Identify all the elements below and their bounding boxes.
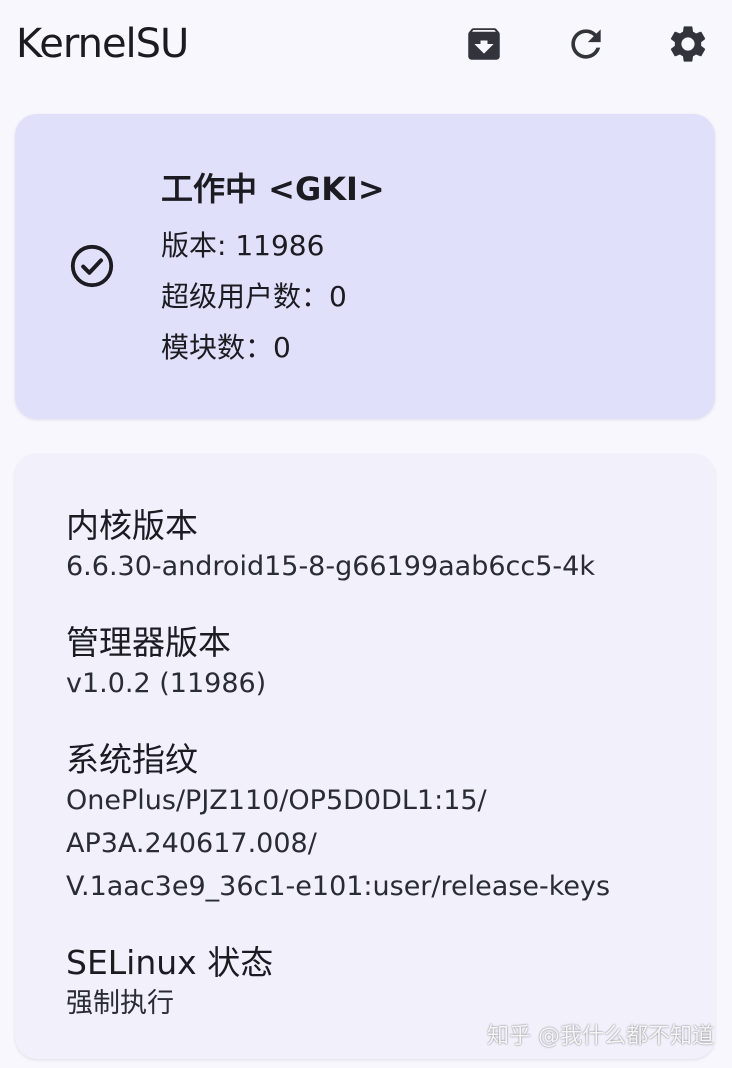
fingerprint-value-line: OnePlus/PJZ110/OP5D0DL1:15/: [66, 785, 487, 816]
module-count-text: 模块数：0: [161, 331, 291, 364]
working-status-card[interactable]: [15, 114, 715, 419]
manager-version-value: v1.0.2 (11986): [66, 668, 267, 699]
status-title: 工作中 <GKI>: [161, 170, 385, 208]
selinux-status-value: 强制执行: [66, 988, 174, 1019]
archive-download-icon: [468, 28, 500, 60]
fingerprint-value-line: AP3A.240617.008/: [66, 828, 317, 859]
refresh-icon: [571, 29, 601, 59]
superuser-count-text: 超级用户数：0: [161, 280, 347, 313]
version-text: 版本: 11986: [161, 229, 325, 262]
settings-gear-icon: [670, 26, 706, 62]
kernel-version-label: 内核版本: [66, 506, 198, 545]
fingerprint-value-line: V.1aac3e9_36c1-e101:user/release-keys: [66, 871, 611, 902]
app-title: KernelSU: [16, 21, 189, 67]
check-circle-icon: [70, 244, 114, 288]
kernel-version-value: 6.6.30-android15-8-g66199aab6cc5-4k: [66, 551, 595, 582]
install-module-button[interactable]: [462, 20, 506, 68]
settings-button[interactable]: [666, 20, 710, 68]
watermark: 知乎 @我什么都不知道: [487, 1024, 714, 1049]
manager-version-label: 管理器版本: [66, 623, 231, 662]
top-app-bar: KernelSU: [0, 0, 732, 92]
reboot-button[interactable]: [564, 20, 608, 68]
fingerprint-label: 系统指纹: [66, 740, 198, 779]
selinux-status-label: SELinux 状态: [66, 943, 274, 982]
